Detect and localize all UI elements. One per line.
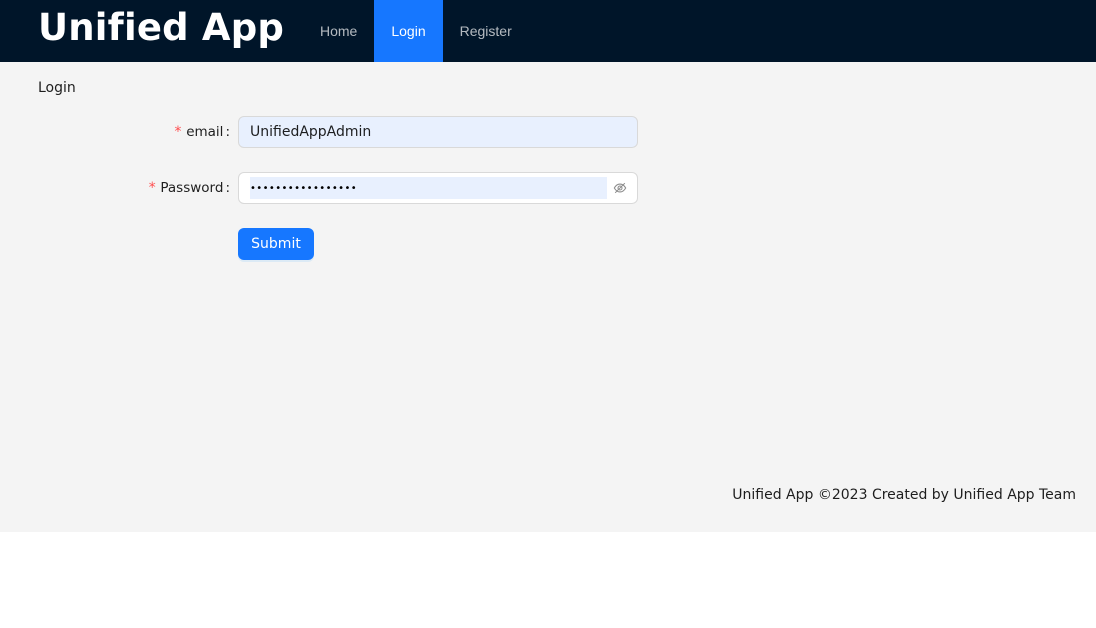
breadcrumb: Login — [38, 80, 76, 96]
email-field-wrapper — [238, 116, 638, 148]
app-layout: Unified App Home Login Register Login * … — [0, 0, 1096, 532]
email-label: * email : — [174, 116, 230, 148]
eye-invisible-icon[interactable] — [613, 181, 627, 195]
nav-item-home[interactable]: Home — [303, 0, 374, 62]
footer-text: Unified App ©2023 Created by Unified App… — [732, 487, 1076, 503]
nav-item-register[interactable]: Register — [443, 0, 529, 62]
email-form-row: * email : — [0, 116, 1096, 148]
header: Unified App Home Login Register — [0, 0, 1096, 62]
password-label-text: Password — [160, 180, 224, 196]
password-form-row: * Password : ••••••••••••••••• — [0, 172, 1096, 204]
top-nav: Home Login Register — [303, 0, 529, 62]
app-title: Unified App — [38, 6, 285, 49]
email-label-text: email — [186, 124, 224, 140]
password-label: * Password : — [148, 172, 230, 204]
password-field-wrapper: ••••••••••••••••• — [238, 172, 638, 204]
password-field[interactable]: ••••••••••••••••• — [250, 173, 357, 203]
label-colon: : — [225, 124, 230, 140]
submit-button[interactable]: Submit — [238, 228, 314, 260]
email-field[interactable] — [250, 117, 626, 147]
required-mark: * — [147, 180, 157, 196]
required-mark: * — [173, 124, 183, 140]
label-colon: : — [225, 180, 230, 196]
nav-item-login[interactable]: Login — [374, 0, 443, 62]
